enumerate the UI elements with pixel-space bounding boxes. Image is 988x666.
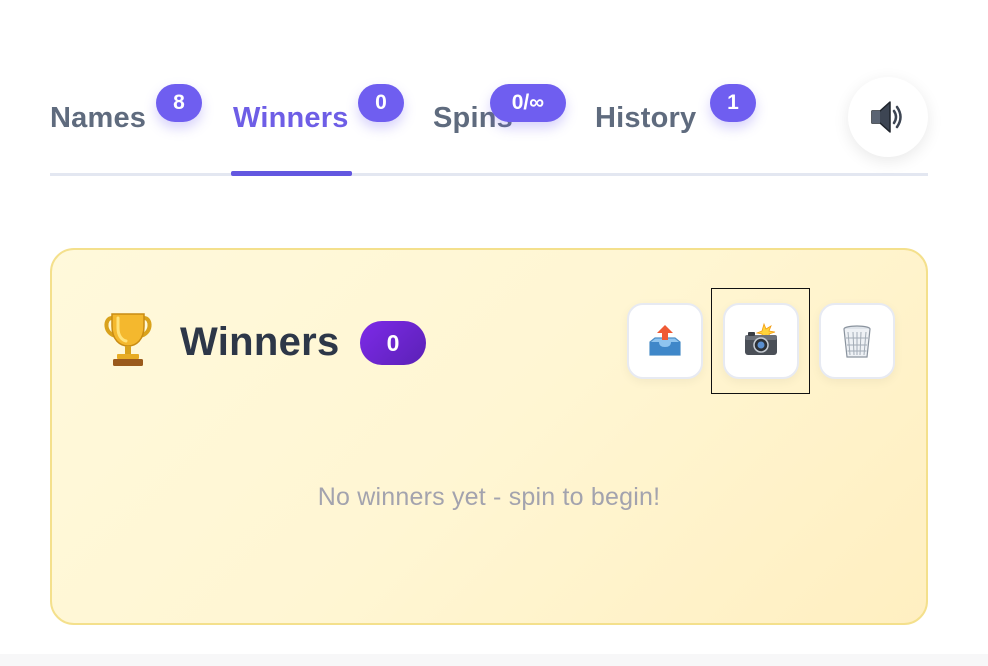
panel-title: Winners <box>180 320 340 364</box>
inbox-upload-icon <box>649 325 681 356</box>
active-tab-indicator <box>231 171 352 176</box>
tab-label: History <box>595 102 697 134</box>
winners-count-badge: 0 <box>360 321 426 365</box>
tab-winners[interactable]: Winners 0 <box>231 60 406 176</box>
camera-flash-icon <box>745 322 777 355</box>
speaker-icon <box>871 101 902 133</box>
tab-bar: Names 8 Winners 0 Spins 0/∞ History 1 <box>50 60 928 176</box>
history-count-badge: 1 <box>710 84 756 122</box>
tab-history[interactable]: History 1 <box>595 60 765 173</box>
tab-label: Names <box>50 102 147 134</box>
names-count-badge: 8 <box>156 84 202 122</box>
winners-panel: Winners 0 No winners yet - spin to begin… <box>50 248 928 625</box>
tab-spins[interactable]: Spins 0/∞ <box>433 60 573 173</box>
spins-count-badge: 0/∞ <box>490 84 566 122</box>
sound-toggle-button[interactable] <box>848 77 928 157</box>
wastebasket-icon <box>843 325 871 358</box>
tab-label: Winners <box>233 102 349 134</box>
tab-divider <box>50 173 928 176</box>
empty-state-message: No winners yet - spin to begin! <box>317 483 661 511</box>
bottom-strip <box>0 654 988 666</box>
tab-names[interactable]: Names 8 <box>50 60 210 173</box>
clear-winners-button[interactable] <box>819 303 895 379</box>
trophy-icon <box>104 313 152 366</box>
export-winners-button[interactable] <box>627 303 703 379</box>
screenshot-button[interactable] <box>723 303 799 379</box>
winners-count-badge: 0 <box>358 84 404 122</box>
